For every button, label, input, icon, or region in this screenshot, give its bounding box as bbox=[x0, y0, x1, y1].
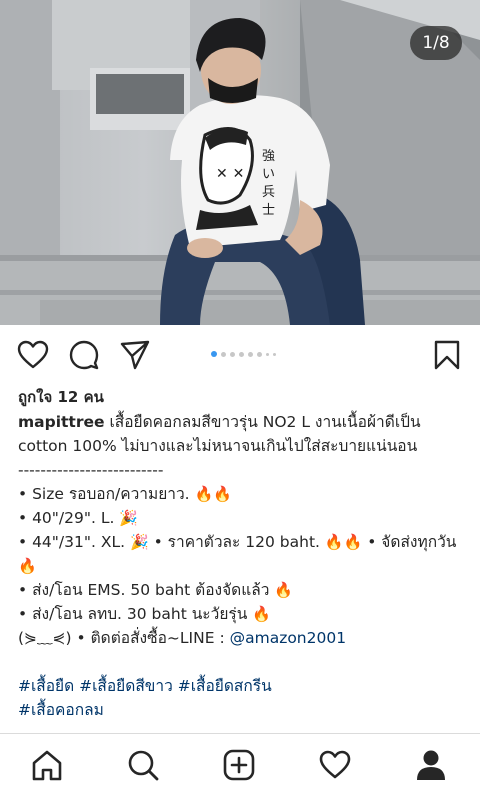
caption-text: cotton 100% ไม่บางและไม่หนาจนเกินไปใส่สะ… bbox=[18, 437, 418, 455]
profile-icon[interactable] bbox=[414, 748, 448, 782]
likes-count[interactable]: ถูกใจ 12 คน bbox=[18, 385, 104, 409]
svg-text:✕ ✕: ✕ ✕ bbox=[216, 166, 244, 182]
caption-size-line: • Size รอบอก/ความยาว. bbox=[18, 485, 190, 503]
heart-icon[interactable] bbox=[17, 339, 49, 371]
carousel-dot bbox=[257, 351, 262, 357]
fire-emoji: 🔥 bbox=[252, 605, 271, 623]
carousel-dot bbox=[230, 351, 235, 357]
caption-text: เสื้อยืดคอกลมสีขาวรุ่น NO2 L งานเนื้อผ้า… bbox=[104, 413, 421, 431]
caption-ems: • ส่ง/โอน EMS. 50 baht ต้องจัดแล้ว bbox=[18, 581, 270, 599]
fire-emoji: 🔥 bbox=[18, 557, 37, 575]
carousel-dot-active bbox=[211, 351, 217, 357]
post-caption: mapittree เสื้อยืดคอกลมสีขาวรุ่น NO2 L ง… bbox=[18, 410, 466, 722]
post-photo[interactable]: ✕ ✕ 強 い 兵 士 1/8 bbox=[0, 0, 480, 325]
carousel-counter: 1/8 bbox=[410, 26, 462, 60]
carousel-dot bbox=[266, 352, 269, 356]
caption-username[interactable]: mapittree bbox=[18, 413, 105, 431]
carousel-dot bbox=[273, 352, 276, 356]
fire-emoji: 🔥 bbox=[343, 533, 363, 551]
caption-size-xl: • 44"/31". XL. bbox=[18, 533, 126, 551]
caption-divider: -------------------------- bbox=[18, 461, 164, 479]
carousel-indicator bbox=[211, 351, 276, 357]
add-post-icon[interactable] bbox=[222, 748, 256, 782]
caption-size-l: • 40"/29". L. bbox=[18, 509, 115, 527]
photo-scene: ✕ ✕ 強 い 兵 士 bbox=[0, 0, 480, 325]
carousel-dot bbox=[221, 351, 226, 357]
line-id-link[interactable]: @amazon2001 bbox=[230, 629, 347, 647]
carousel-dot bbox=[248, 351, 253, 357]
svg-text:い: い bbox=[262, 167, 275, 182]
svg-text:士: 士 bbox=[262, 203, 275, 218]
send-icon[interactable] bbox=[119, 339, 151, 371]
svg-text:強: 強 bbox=[262, 149, 275, 164]
bookmark-icon[interactable] bbox=[431, 339, 463, 371]
caption-contact: (⋟﹏⋞) • ติดต่อสั่งซื้อ~LINE : bbox=[18, 629, 230, 647]
svg-text:兵: 兵 bbox=[262, 185, 275, 200]
bottom-nav bbox=[0, 733, 480, 794]
carousel-dot bbox=[239, 351, 244, 357]
caption-price: • ราคาตัวละ 120 baht. bbox=[153, 533, 320, 551]
comment-icon[interactable] bbox=[68, 339, 100, 371]
hashtags[interactable]: #เสื้อคอกลม bbox=[18, 701, 104, 719]
caption-registered-mail: • ส่ง/โอน ลทบ. 30 baht นะวัยรุ่น bbox=[18, 605, 248, 623]
party-emoji: 🎉 bbox=[119, 509, 139, 527]
caption-delivery: • จัดส่งทุกวัน bbox=[367, 533, 457, 551]
party-emoji: 🎉 bbox=[129, 533, 149, 551]
hashtags[interactable]: #เสื้อยืด #เสื้อยืดสีขาว #เสื้อยืดสกรีน bbox=[18, 677, 272, 695]
fire-emoji: 🔥 bbox=[274, 581, 294, 599]
search-icon[interactable] bbox=[126, 748, 160, 782]
activity-heart-icon[interactable] bbox=[318, 748, 352, 782]
home-icon[interactable] bbox=[30, 748, 64, 782]
fire-emoji: 🔥 bbox=[213, 485, 232, 503]
fire-emoji: 🔥 bbox=[324, 533, 344, 551]
fire-emoji: 🔥 bbox=[194, 485, 214, 503]
